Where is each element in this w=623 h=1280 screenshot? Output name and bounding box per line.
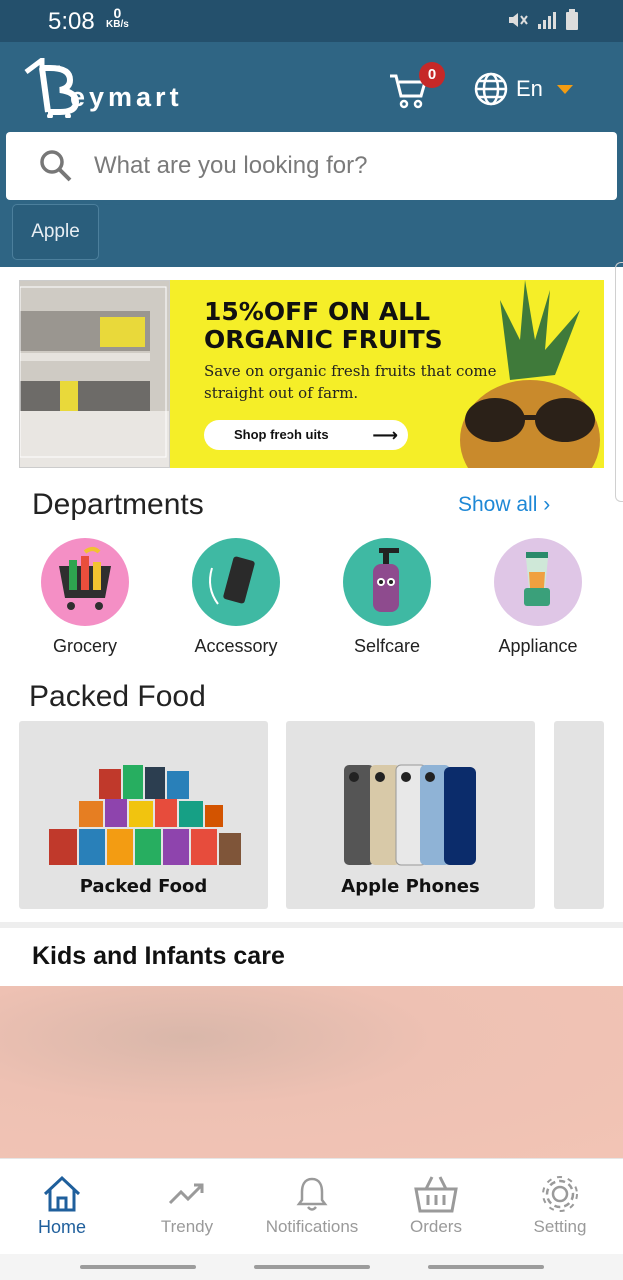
blender-icon <box>494 538 582 626</box>
gesture-bar <box>0 1254 623 1280</box>
kitchen-image <box>20 281 169 467</box>
category-card-apple-phones[interactable]: Apple Phones <box>286 721 535 909</box>
department-accessory[interactable]: Accessory <box>171 538 301 657</box>
department-label: Appliance <box>498 636 578 656</box>
search-input[interactable]: What are you looking for? <box>94 152 367 180</box>
department-selfcare[interactable]: Selfcare <box>322 538 452 657</box>
arrow-right-icon: ⟶ <box>372 425 398 445</box>
soap-bottle-icon <box>343 538 431 626</box>
shop-fresh-fruits-button[interactable]: Shop freɔh uits ⟶ <box>204 420 408 450</box>
category-card-label: Packed Food <box>79 876 208 897</box>
app-header: eymart 0 En What are you looking for? Ap… <box>0 42 623 267</box>
battery-icon <box>566 9 578 30</box>
bottom-navigation: Home Trendy Notifications Orders Setting <box>0 1158 623 1254</box>
nav-setting[interactable]: Setting <box>498 1171 622 1237</box>
section-divider <box>0 922 623 928</box>
search-icon <box>40 150 72 182</box>
home-icon <box>43 1175 81 1212</box>
language-label: En <box>516 76 543 101</box>
gesture-handle <box>428 1265 544 1269</box>
nav-label: Setting <box>533 1217 587 1236</box>
department-appliance[interactable]: Appliance <box>473 538 603 657</box>
recent-search-chip[interactable]: Apple <box>12 204 99 260</box>
nav-label: Orders <box>410 1217 462 1236</box>
status-icons <box>507 9 579 31</box>
gear-icon <box>542 1176 578 1212</box>
brand-name: eymart <box>70 82 183 112</box>
departments-title: Departments <box>32 488 204 521</box>
nav-orders[interactable]: Orders <box>374 1171 498 1237</box>
gesture-handle <box>254 1265 370 1269</box>
kids-banner-image[interactable] <box>0 986 623 1158</box>
nav-label: Trendy <box>160 1217 214 1236</box>
cart-count-badge: 0 <box>419 62 445 88</box>
shopping-cart-icon <box>41 538 129 626</box>
scroll-indicator <box>615 262 623 502</box>
basket-icon <box>414 1176 458 1213</box>
category-card-packed-food[interactable]: Packed Food <box>19 721 268 909</box>
nav-label: Notifications <box>265 1217 359 1236</box>
status-time: 5:08 <box>48 8 95 35</box>
status-bar: 5:08 0 KB/s <box>0 0 623 42</box>
nav-label: Home <box>37 1217 86 1237</box>
category-card-partial[interactable] <box>554 721 604 909</box>
trending-icon <box>168 1183 204 1205</box>
banner-kitchen-slide[interactable] <box>19 280 170 468</box>
department-grocery[interactable]: Grocery <box>20 538 150 657</box>
pineapple-image <box>460 280 600 468</box>
globe-icon <box>474 72 508 106</box>
packed-food-title: Packed Food <box>29 680 206 713</box>
department-label: Accessory <box>194 636 278 656</box>
kids-section-title: Kids and Infants care <box>32 942 285 970</box>
category-card-label: Apple Phones <box>341 876 480 897</box>
mute-icon <box>509 13 528 27</box>
network-speed: 0 KB/s <box>106 5 129 30</box>
promo-title: 15%OFF ON ALL ORGANIC FRUITS <box>204 297 443 354</box>
bell-icon <box>296 1177 328 1211</box>
signal-icon <box>538 12 556 29</box>
department-label: Selfcare <box>353 636 421 656</box>
department-label: Grocery <box>52 636 117 656</box>
phone-icon <box>192 538 280 626</box>
show-all-link[interactable]: Show all › <box>458 493 550 517</box>
gesture-handle <box>80 1265 196 1269</box>
nav-trendy[interactable]: Trendy <box>125 1171 249 1237</box>
chevron-down-icon <box>556 84 573 94</box>
nav-notifications[interactable]: Notifications <box>250 1171 374 1237</box>
nav-home[interactable]: Home <box>0 1171 124 1238</box>
language-selector[interactable]: En <box>474 72 573 106</box>
banner-organic-fruits[interactable]: 15%OFF ON ALL ORGANIC FRUITS Save on org… <box>170 280 604 468</box>
search-bar[interactable]: What are you looking for? <box>6 132 617 200</box>
apple-phones-image <box>344 764 476 866</box>
packed-food-image <box>49 765 241 865</box>
